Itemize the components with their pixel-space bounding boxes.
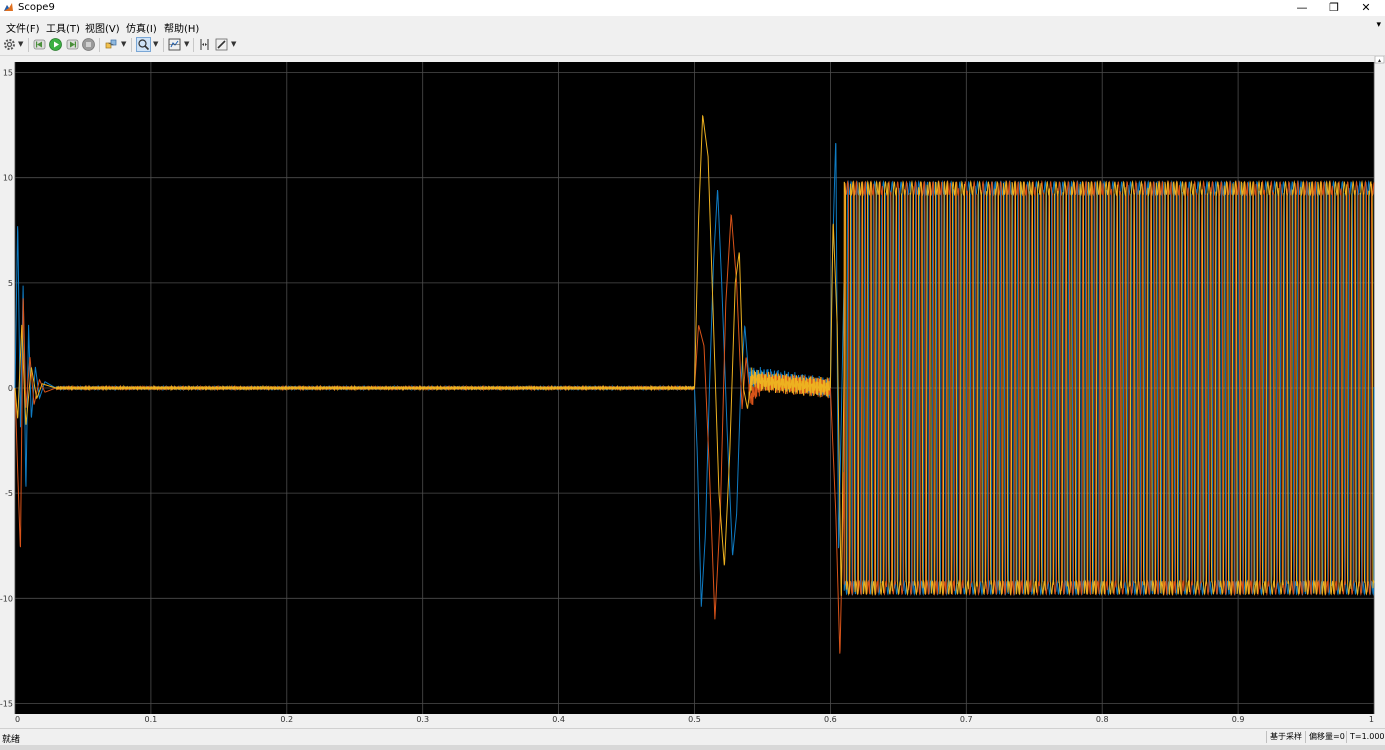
status-offset: 偏移量=0 (1305, 731, 1345, 743)
scope-plot-area[interactable]: 0 0.1 0.2 0.3 0.4 0.5 0.6 0.7 0.8 0.9 1 15 10 5 0 -5 -10… (0, 56, 1385, 728)
x-tick-label: 0.4 (552, 715, 565, 724)
x-tick-label: 0.6 (824, 715, 837, 724)
cursor-measure-icon[interactable] (198, 38, 211, 51)
menu-simulation[interactable]: 仿真(I) (126, 20, 157, 35)
taskbar-strip (0, 745, 1385, 750)
y-tick-label: 0 (8, 384, 13, 393)
y-tick-label: -15 (0, 699, 13, 708)
zoom-dropdown-icon[interactable]: ▼ (153, 40, 158, 48)
x-tick-label: 0.9 (1232, 715, 1245, 724)
status-ready: 就绪 (2, 735, 21, 745)
y-tick-label: 5 (8, 279, 13, 288)
zoom-icon[interactable] (136, 37, 151, 52)
y-tick-label: 15 (3, 69, 13, 78)
toolbar-separator (131, 38, 132, 52)
window-titlebar: Scope9 — ❐ ✕ (0, 0, 1385, 16)
edit-icon[interactable] (215, 38, 228, 51)
toolbar-separator (99, 38, 100, 52)
x-tick-label: 1 (1369, 715, 1374, 724)
toolbar-separator (163, 38, 164, 52)
menu-help[interactable]: 帮助(H) (164, 20, 199, 35)
x-tick-label: 0.1 (145, 715, 158, 724)
minimize-button[interactable]: — (1286, 0, 1318, 16)
matlab-icon (3, 2, 14, 13)
highlight-dropdown-icon[interactable]: ▼ (121, 40, 126, 48)
menu-view[interactable]: 视图(V) (85, 20, 120, 35)
x-tick-label: 0.2 (280, 715, 293, 724)
y-tick-label: -10 (0, 594, 13, 603)
gear-icon[interactable] (3, 38, 16, 51)
autoscale-icon[interactable] (168, 38, 181, 51)
restore-button[interactable]: ❐ (1318, 0, 1350, 16)
x-tick-label: 0.7 (960, 715, 973, 724)
menu-file[interactable]: 文件(F) (6, 20, 40, 35)
y-tick-label: -5 (5, 489, 13, 498)
menu-bar: 文件(F) 工具(T) 视图(V) 仿真(I) 帮助(H) ▾ (0, 17, 1385, 35)
stop-icon[interactable] (82, 38, 95, 51)
run-icon[interactable] (49, 38, 62, 51)
x-tick-label: 0.5 (688, 715, 701, 724)
x-tick-label: 0.3 (416, 715, 429, 724)
menu-tools[interactable]: 工具(T) (46, 20, 80, 35)
toolbar-separator (193, 38, 194, 52)
status-time: T=1.000 (1346, 731, 1385, 743)
x-tick-label: 0 (15, 715, 20, 724)
status-bar: 就绪 基于采样 偏移量=0 T=1.000 (0, 728, 1385, 745)
window-title: Scope9 (18, 2, 55, 13)
x-tick-label: 0.8 (1096, 715, 1109, 724)
undock-arrow-icon: ▴ (1378, 57, 1381, 64)
autoscale-dropdown-icon[interactable]: ▼ (184, 40, 189, 48)
close-button[interactable]: ✕ (1350, 0, 1382, 16)
step-forward-icon[interactable] (66, 38, 79, 51)
menu-overflow-icon[interactable]: ▾ (1376, 20, 1381, 30)
toolbar-separator (28, 38, 29, 52)
toolbar: ▼ ▼ ▼ ▼ ▼ (0, 35, 1385, 56)
step-back-icon[interactable] (33, 38, 46, 51)
scope-axes[interactable]: 0 0.1 0.2 0.3 0.4 0.5 0.6 0.7 0.8 0.9 1 15 10 5 0 -5 -10… (0, 56, 1385, 728)
status-sample-mode: 基于采样 (1266, 731, 1302, 743)
y-tick-label: 10 (3, 174, 13, 183)
edit-dropdown-icon[interactable]: ▼ (231, 40, 236, 48)
highlight-icon[interactable] (105, 38, 118, 51)
settings-dropdown-icon[interactable]: ▼ (18, 40, 23, 48)
